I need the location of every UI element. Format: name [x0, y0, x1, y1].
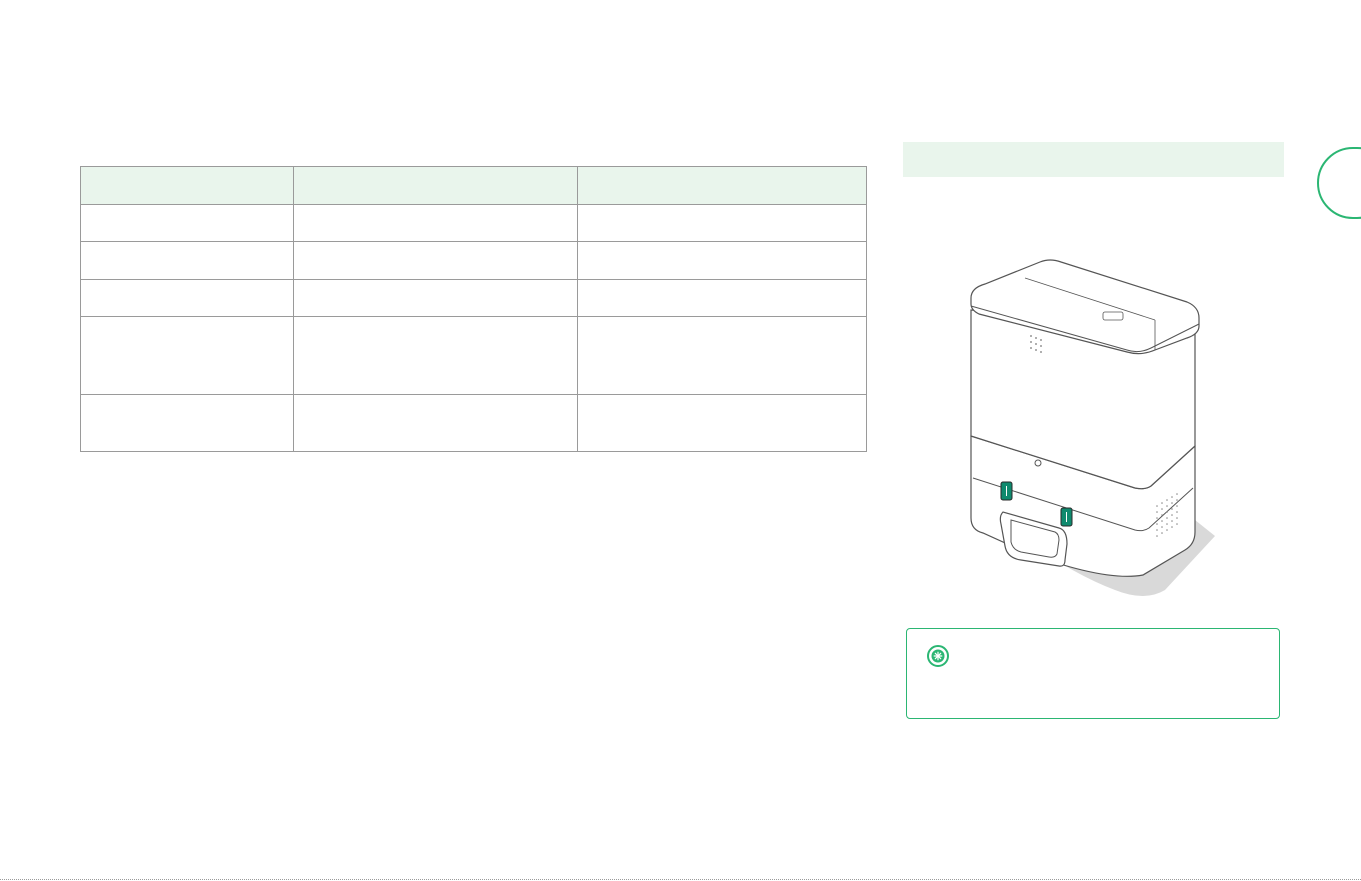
table-cell	[80, 279, 294, 317]
table-row	[80, 204, 867, 242]
table-row	[80, 241, 867, 280]
page-bottom-rule	[0, 879, 1361, 880]
table-header-cell	[577, 166, 867, 205]
table-cell	[293, 316, 578, 395]
table-row	[80, 316, 867, 395]
logo-badge	[1102, 311, 1124, 321]
table-cell	[293, 241, 578, 280]
table-cell	[80, 394, 294, 452]
feeder-illustration	[970, 259, 1215, 596]
table-row	[80, 279, 867, 317]
table-cell	[293, 204, 578, 242]
table-header-cell	[80, 166, 294, 205]
table-cell	[577, 316, 867, 395]
table-cell	[577, 204, 867, 242]
tip-icon	[927, 645, 949, 667]
chapter-tab	[1317, 147, 1361, 219]
table-cell	[577, 241, 867, 280]
table-header-row	[80, 166, 867, 205]
table-cell	[80, 316, 294, 395]
table-cell	[577, 279, 867, 317]
table-cell	[577, 394, 867, 452]
power-button	[1034, 459, 1042, 467]
table-header-cell	[293, 166, 578, 205]
table-cell	[293, 279, 578, 317]
table-cell	[80, 241, 294, 280]
spec-table	[80, 166, 867, 452]
section-header	[903, 142, 1284, 177]
tip-box	[906, 628, 1280, 719]
table-cell	[293, 394, 578, 452]
table-cell	[80, 204, 294, 242]
table-row	[80, 394, 867, 452]
